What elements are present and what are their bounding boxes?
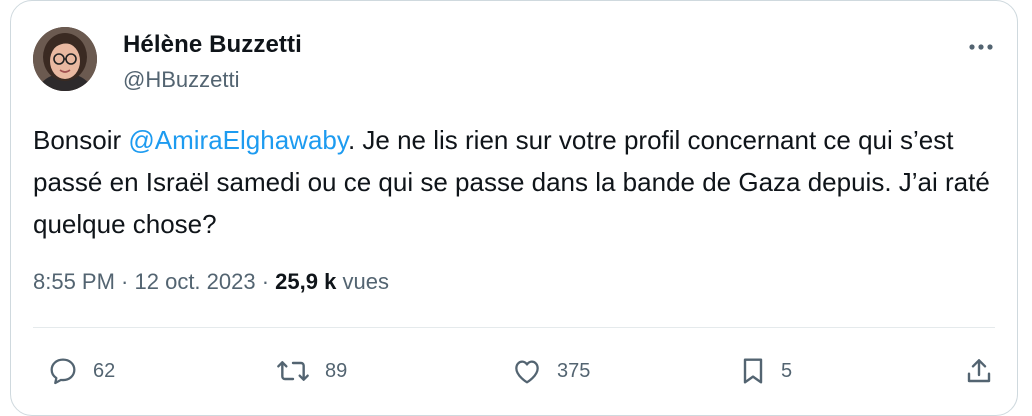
views-label: vues [342,269,389,294]
tweet-meta: 8:55 PM · 12 oct. 2023 · 25,9 k vues [33,269,389,295]
share-icon [963,355,995,387]
bookmark-count: 5 [781,359,793,382]
action-bar: 62 89 375 5 [33,347,995,395]
tweet-text: Bonsoir @AmiraElghawaby. Je ne lis rien … [33,119,993,245]
share-button[interactable] [963,347,995,395]
tweet-text-start: Bonsoir [33,125,129,155]
tweet-card: Hélène Buzzetti @HBuzzetti Bonsoir @Amir… [10,0,1018,416]
tweet-date[interactable]: 12 oct. 2023 [135,269,256,294]
bookmark-icon [739,355,767,387]
avatar-photo-icon [33,27,97,91]
like-count: 375 [557,359,591,382]
retweet-icon [275,355,311,387]
retweet-count: 89 [325,359,348,382]
author-name[interactable]: Hélène Buzzetti [123,31,302,59]
retweet-button[interactable]: 89 [275,347,347,395]
bookmark-button[interactable]: 5 [739,347,792,395]
like-button[interactable]: 375 [511,347,590,395]
views-count: 25,9 k [275,269,337,294]
mention-link[interactable]: @AmiraElghawaby [128,125,348,155]
more-options-button[interactable] [963,33,999,61]
reply-icon [47,355,79,387]
avatar[interactable] [33,27,97,91]
more-horizontal-icon [968,43,994,51]
reply-count: 62 [93,359,116,382]
meta-separator: · [114,269,135,294]
tweet-time[interactable]: 8:55 PM [33,269,115,294]
reply-button[interactable]: 62 [47,347,115,395]
heart-icon [511,355,543,387]
divider [33,327,995,328]
author-handle[interactable]: @HBuzzetti [123,67,239,93]
meta-separator: · [255,269,276,294]
